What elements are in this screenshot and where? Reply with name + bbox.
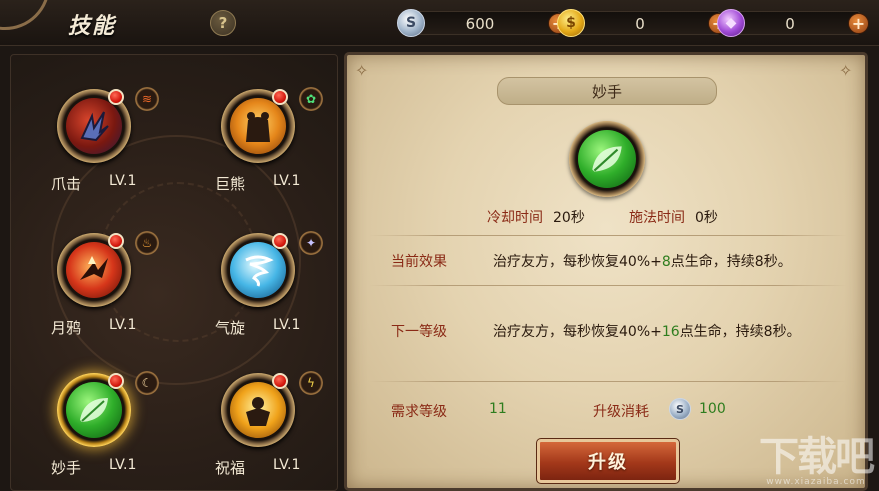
skill-detail-title: 妙手 [497, 77, 717, 105]
silver-coin-counter: S 600 + [397, 9, 569, 37]
moon-rune-icon: ☾ [135, 371, 159, 395]
great-bear-icon [230, 98, 286, 154]
skill-name: 气旋 [215, 319, 246, 337]
skill-name: 爪击 [51, 175, 82, 193]
cast-label: 施法时间 [629, 210, 685, 226]
divider [369, 285, 847, 286]
silver-coin-icon: S [397, 9, 425, 37]
silver-coin-value: 600 [465, 15, 495, 33]
current-effect-desc: 治疗友方，每秒恢复40%+ [493, 254, 662, 270]
skill-level: LV.1 [273, 457, 301, 473]
help-button[interactable]: ? [210, 10, 236, 36]
skill-slot-leaf-heal[interactable]: ☾ 妙手 LV.1 [13, 343, 159, 477]
paw-rune-icon: ✿ [299, 87, 323, 111]
gold-coin-icon: $ [557, 9, 585, 37]
required-level-value: 11 [489, 401, 507, 417]
fire-rune-icon: ≋ [135, 87, 159, 111]
next-effect-duration: 点生命，持续8秒。 [679, 324, 801, 340]
new-indicator-dot [108, 89, 124, 105]
skill-level: LV.1 [273, 173, 301, 189]
blessing-icon [230, 382, 286, 438]
top-bar: 技能 ? S 600 + $ 0 + ◆ 0 + [0, 0, 879, 46]
skill-detail-panel: ✧ ✧ 妙手 冷却时间 20秒 施法时间 0秒 当前效果 治疗友方，每秒恢复40%+… [344, 52, 868, 491]
new-indicator-dot [108, 233, 124, 249]
skill-name: 祝福 [215, 459, 246, 477]
flame-rune-icon: ♨ [135, 231, 159, 255]
skill-slot-blessing[interactable]: ϟ 祝福 LV.1 [177, 343, 323, 477]
current-effect-duration: 点生命，持续8秒。 [670, 254, 792, 270]
skill-level: LV.1 [109, 173, 137, 189]
cooldown-info: 冷却时间 20秒 [487, 207, 585, 227]
required-level-label: 需求等级 [391, 404, 447, 420]
skill-list-panel: ≋ 爪击 LV.1 ✿ 巨熊 LV.1 ♨ 月鸦 LV.1 ✦ 气旋 LV.1 … [10, 54, 338, 491]
next-effect-amount: 16 [661, 324, 680, 340]
corner-ornament-icon: ✧ [839, 61, 853, 80]
back-corner-ornament[interactable] [0, 0, 50, 30]
new-indicator-dot [272, 373, 288, 389]
gold-coin-counter: $ 0 + [557, 9, 729, 37]
wind-rune-icon: ✦ [299, 231, 323, 255]
current-effect-text: 治疗友方，每秒恢复40%+8点生命，持续8秒。 [493, 251, 792, 271]
watermark: 下载吧 www.xiazaiba.com [759, 434, 875, 487]
gem-counter: ◆ 0 + [717, 9, 869, 37]
next-effect-desc: 治疗友方，每秒恢复40%+ [493, 324, 662, 340]
moon-crow-icon [66, 242, 122, 298]
cooldown-label: 冷却时间 [487, 210, 543, 226]
next-level-label: 下一等级 [391, 324, 447, 340]
corner-ornament-icon: ✧ [355, 61, 369, 80]
leaf-heal-icon [578, 130, 636, 188]
upgrade-button[interactable]: 升级 [536, 438, 680, 484]
skill-level: LV.1 [273, 317, 301, 333]
upgrade-cost-label: 升级消耗 [593, 404, 649, 420]
add-gem-button[interactable]: + [848, 13, 869, 34]
gold-coin-value: 0 [635, 15, 645, 33]
claw-strike-icon [66, 98, 122, 154]
next-level-text: 治疗友方，每秒恢复40%+16点生命，持续8秒。 [493, 321, 801, 341]
skill-slot-great-bear[interactable]: ✿ 巨熊 LV.1 [177, 59, 323, 193]
skill-detail-orb [569, 121, 645, 197]
cyclone-icon [230, 242, 286, 298]
silver-coin-icon: S [669, 398, 691, 420]
skill-slot-claw-strike[interactable]: ≋ 爪击 LV.1 [13, 59, 159, 193]
skill-name: 月鸦 [51, 319, 82, 337]
leaf-heal-icon [66, 382, 122, 438]
upgrade-cost-value: 100 [699, 401, 726, 417]
watermark-url: www.xiazaiba.com [766, 477, 866, 487]
current-effect-amount: 8 [661, 254, 671, 270]
new-indicator-dot [108, 373, 124, 389]
skill-slot-moon-crow[interactable]: ♨ 月鸦 LV.1 [13, 203, 159, 337]
skill-level: LV.1 [109, 457, 137, 473]
cast-time-info: 施法时间 0秒 [629, 207, 718, 227]
watermark-logo: 下载吧 [759, 434, 875, 480]
new-indicator-dot [272, 89, 288, 105]
skill-name: 巨熊 [215, 175, 246, 193]
new-indicator-dot [272, 233, 288, 249]
cooldown-value: 20秒 [553, 210, 585, 226]
current-effect-label: 当前效果 [391, 254, 447, 270]
gem-value: 0 [785, 15, 795, 33]
page-title: 技能 [68, 14, 117, 39]
divider [369, 235, 847, 236]
skill-slot-cyclone[interactable]: ✦ 气旋 LV.1 [177, 203, 323, 337]
cast-value: 0秒 [695, 210, 718, 226]
skill-name: 妙手 [51, 459, 82, 477]
divider [369, 381, 847, 382]
bolt-rune-icon: ϟ [299, 371, 323, 395]
skill-level: LV.1 [109, 317, 137, 333]
purple-gem-icon: ◆ [717, 9, 745, 37]
